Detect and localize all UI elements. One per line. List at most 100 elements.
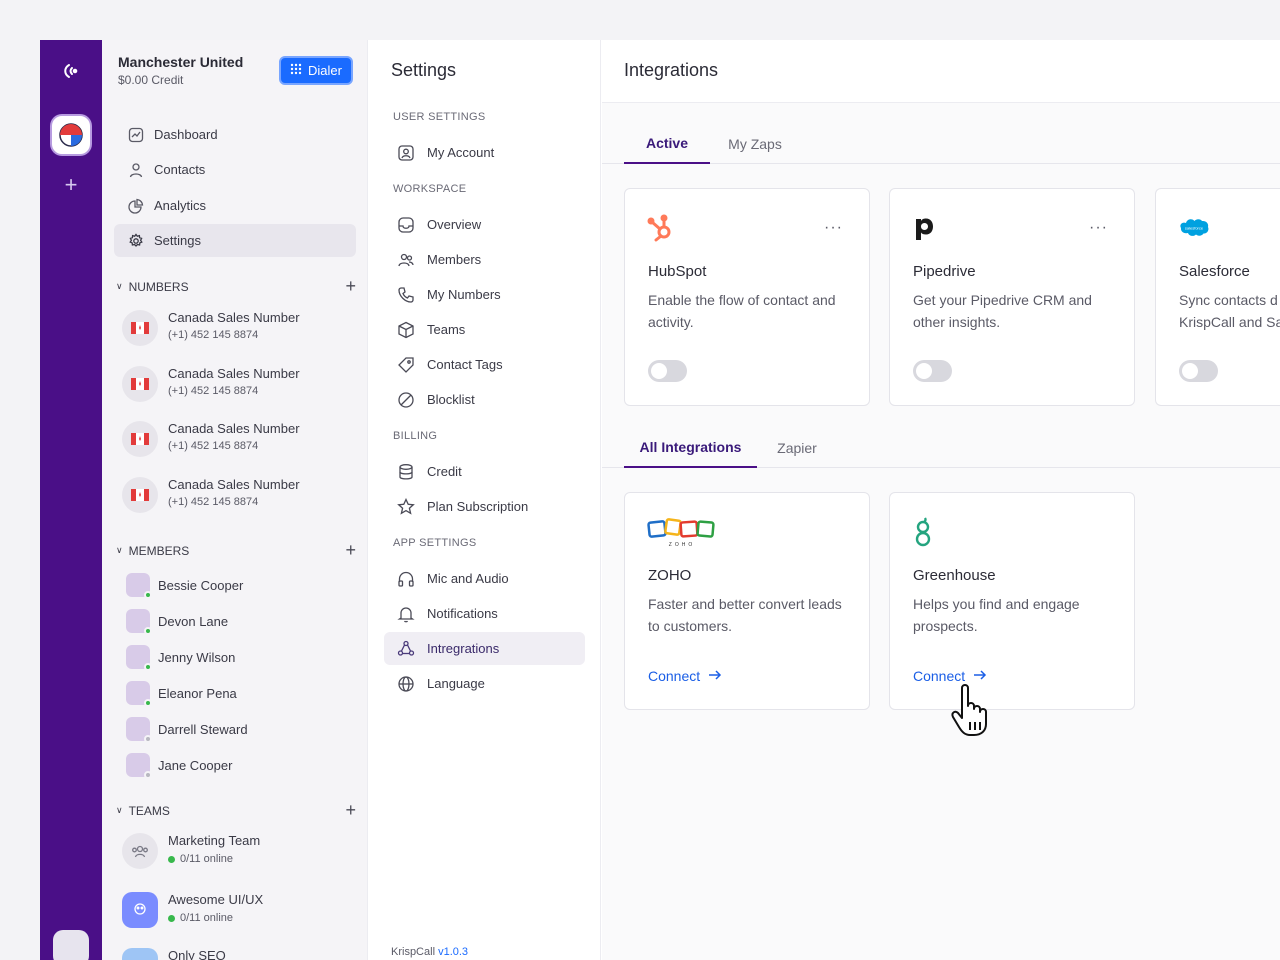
tab-all-integrations[interactable]: All Integrations xyxy=(624,428,757,468)
pie-icon xyxy=(128,198,144,214)
overview-icon xyxy=(397,216,415,234)
canada-flag-icon xyxy=(122,366,158,402)
number-item[interactable]: Canada Sales Number (+1) 452 145 8874 xyxy=(122,475,352,515)
sidebar-item-contacts[interactable]: Contacts xyxy=(114,153,356,186)
enable-toggle[interactable] xyxy=(1179,360,1218,382)
team-name: Awesome UI/UX xyxy=(168,892,264,907)
add-member-icon[interactable]: + xyxy=(345,540,356,561)
integration-description: Helps you find and engage prospects. xyxy=(913,596,1080,634)
enable-toggle[interactable] xyxy=(648,360,687,382)
bottom-tabs: All Integrations Zapier xyxy=(602,428,1280,468)
tab-active[interactable]: Active xyxy=(624,124,710,164)
settings-item-credit[interactable]: Credit xyxy=(384,455,585,488)
integration-card-salesforce: salesforce Salesforce Sync contacts d Kr… xyxy=(1155,188,1280,406)
user-avatar[interactable] xyxy=(53,930,89,960)
numbers-section-header[interactable]: ∨ NUMBERS + xyxy=(116,276,356,297)
settings-item-notifications[interactable]: Notifications xyxy=(384,597,585,630)
avatar xyxy=(126,753,152,779)
settings-item-blocklist[interactable]: Blocklist xyxy=(384,383,585,416)
number-item[interactable]: Canada Sales Number (+1) 452 145 8874 xyxy=(122,308,352,348)
team-item[interactable]: Only SEO xyxy=(122,946,352,960)
krispcall-logo-icon[interactable] xyxy=(58,58,84,84)
online-status-dot xyxy=(144,591,152,599)
tab-zapier[interactable]: Zapier xyxy=(766,428,828,468)
greenhouse-logo-icon xyxy=(912,515,934,549)
page-title: Integrations xyxy=(624,60,719,80)
integration-description: Faster and better convert leads to custo… xyxy=(648,596,842,634)
number-phone: (+1) 452 145 8874 xyxy=(168,440,259,452)
sidebar-item-label: Contacts xyxy=(154,162,206,177)
app-window: + Manchester United $0.00 Credit Dialer … xyxy=(40,40,1280,960)
zoho-wordmark: ZOHO xyxy=(669,542,695,548)
globe-icon xyxy=(397,675,415,693)
number-phone: (+1) 452 145 8874 xyxy=(168,385,259,397)
settings-category: BILLING xyxy=(393,430,438,442)
more-options-icon[interactable]: ··· xyxy=(824,219,843,237)
settings-item-my-numbers[interactable]: My Numbers xyxy=(384,278,585,311)
settings-item-integrations[interactable]: Intregrations xyxy=(384,632,585,665)
member-item[interactable]: Darrell Steward xyxy=(126,715,248,743)
member-item[interactable]: Jane Cooper xyxy=(126,751,232,779)
gear-icon xyxy=(128,232,144,249)
settings-item-label: Plan Subscription xyxy=(427,499,529,514)
connect-button[interactable]: Connect xyxy=(648,668,722,684)
chevron-down-icon: ∨ xyxy=(116,805,123,815)
team-online-count: 0/11 online xyxy=(180,853,234,865)
member-name: Darrell Steward xyxy=(158,721,248,737)
dialer-button[interactable]: Dialer xyxy=(279,56,353,85)
member-item[interactable]: Bessie Cooper xyxy=(126,571,243,599)
add-workspace-icon[interactable]: + xyxy=(61,174,81,196)
member-item[interactable]: Jenny Wilson xyxy=(126,643,235,671)
team-avatar-icon xyxy=(122,948,158,960)
avatar xyxy=(126,609,152,635)
members-section-header[interactable]: ∨ MEMBERS + xyxy=(116,540,356,561)
settings-item-contact-tags[interactable]: Contact Tags xyxy=(384,348,585,381)
settings-item-label: Overview xyxy=(427,217,482,232)
team-item[interactable]: Awesome UI/UX 0/11 online xyxy=(122,890,352,930)
team-item[interactable]: Marketing Team 0/11 online xyxy=(122,831,352,871)
number-name: Canada Sales Number xyxy=(168,366,300,381)
number-phone: (+1) 452 145 8874 xyxy=(168,329,259,341)
member-item[interactable]: Eleanor Pena xyxy=(126,679,237,707)
settings-item-label: Blocklist xyxy=(427,392,475,407)
settings-item-my-account[interactable]: My Account xyxy=(384,136,585,169)
dialer-label: Dialer xyxy=(308,63,342,78)
settings-item-members[interactable]: Members xyxy=(384,243,585,276)
teams-section-header[interactable]: ∨ TEAMS + xyxy=(116,800,356,821)
settings-item-overview[interactable]: Overview xyxy=(384,208,585,241)
panel-header: Integrations xyxy=(602,40,1280,103)
online-status-dot xyxy=(168,855,175,863)
settings-item-label: Teams xyxy=(427,322,466,337)
integration-name: Pipedrive xyxy=(913,263,976,280)
sidebar-item-analytics[interactable]: Analytics xyxy=(114,189,356,222)
number-item[interactable]: Canada Sales Number (+1) 452 145 8874 xyxy=(122,419,352,459)
integration-name: Greenhouse xyxy=(913,567,996,584)
add-team-icon[interactable]: + xyxy=(345,800,356,821)
integration-description: Get your Pipedrive CRM and other insight… xyxy=(913,292,1092,330)
section-title: MEMBERS xyxy=(128,543,190,558)
add-number-icon[interactable]: + xyxy=(345,276,356,297)
settings-item-language[interactable]: Language xyxy=(384,667,585,700)
sidebar-item-settings[interactable]: Settings xyxy=(114,224,356,257)
tab-my-zaps[interactable]: My Zaps xyxy=(720,124,790,164)
settings-item-plan-subscription[interactable]: Plan Subscription xyxy=(384,490,585,523)
top-tabs: Active My Zaps xyxy=(602,124,1280,164)
member-item[interactable]: Devon Lane xyxy=(126,607,228,635)
pipedrive-logo-icon xyxy=(912,211,936,245)
enable-toggle[interactable] xyxy=(913,360,952,382)
team-online: 0/11 online xyxy=(168,912,233,924)
app-version: KrispCall v1.0.3 xyxy=(391,946,468,958)
sidebar-item-dashboard[interactable]: Dashboard xyxy=(114,118,356,151)
settings-category: APP SETTINGS xyxy=(393,537,477,549)
settings-item-mic-audio[interactable]: Mic and Audio xyxy=(384,562,585,595)
more-options-icon[interactable]: ··· xyxy=(1089,219,1108,237)
chevron-down-icon: ∨ xyxy=(116,545,123,555)
workspace-avatar[interactable] xyxy=(52,116,90,154)
number-name: Canada Sales Number xyxy=(168,477,300,492)
number-item[interactable]: Canada Sales Number (+1) 452 145 8874 xyxy=(122,364,352,404)
block-icon xyxy=(397,391,415,409)
integration-name: ZOHO xyxy=(648,567,692,584)
chart-icon xyxy=(128,127,144,143)
bell-icon xyxy=(397,605,415,623)
settings-item-teams[interactable]: Teams xyxy=(384,313,585,346)
